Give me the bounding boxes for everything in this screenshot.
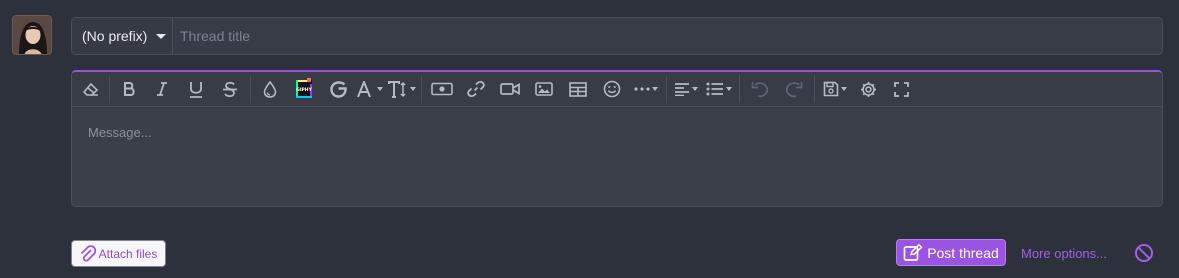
avatar[interactable] [12,15,52,55]
text-height-icon[interactable] [386,74,418,104]
chevron-down-icon [841,87,847,91]
edit-icon [903,243,923,261]
toolbar-divider [814,75,815,103]
chevron-down-icon [377,87,383,91]
avatar-image [13,16,51,54]
toolbar-divider [250,75,251,103]
align-icon[interactable] [670,74,702,104]
google-icon[interactable] [322,74,354,104]
toolbar-divider [421,75,422,103]
list-icon[interactable] [702,74,736,104]
smile-icon[interactable] [595,74,629,104]
message-body[interactable]: Message... [72,107,1162,206]
redo-icon[interactable] [777,74,811,104]
chevron-down-icon [410,87,416,91]
chevron-down-icon [652,87,658,91]
money-icon[interactable] [425,74,459,104]
underline-icon[interactable] [179,74,213,104]
editor-toolbar: GIPHY [72,72,1162,107]
attach-files-button[interactable]: Attach files [71,240,166,267]
message-editor: GIPHY Message... [71,70,1163,207]
strikethrough-icon[interactable] [213,74,247,104]
bold-icon[interactable] [113,74,145,104]
undo-icon[interactable] [743,74,777,104]
chevron-down-icon [692,87,698,91]
thread-title-input[interactable] [173,18,1162,54]
more-icon[interactable] [629,74,663,104]
cancel-icon[interactable] [1134,243,1154,263]
post-thread-label: Post thread [927,244,999,261]
italic-icon[interactable] [145,74,179,104]
prefix-label: (No prefix) [82,28,148,44]
chevron-down-icon [726,87,732,91]
more-options-link[interactable]: More options... [1021,246,1107,261]
eraser-icon[interactable] [76,74,106,104]
save-drafts-icon[interactable] [818,74,852,104]
attach-files-label: Attach files [98,246,158,261]
video-icon[interactable] [493,74,527,104]
toolbar-divider [666,75,667,103]
chevron-down-icon [156,33,167,39]
gear-icon[interactable] [852,74,884,104]
post-thread-button[interactable]: Post thread [896,239,1006,266]
message-placeholder: Message... [88,125,152,140]
giphy-text: GIPHY [296,87,312,93]
color-drop-icon[interactable] [254,74,286,104]
prefix-dropdown[interactable]: (No prefix) [72,18,173,54]
image-icon[interactable] [527,74,561,104]
font-size-icon[interactable] [354,74,386,104]
fullscreen-icon[interactable] [884,74,918,104]
giphy-icon[interactable]: GIPHY [286,74,322,104]
paperclip-icon [80,244,96,262]
toolbar-divider [739,75,740,103]
table-icon[interactable] [561,74,595,104]
thread-title-row: (No prefix) [71,17,1163,55]
link-icon[interactable] [459,74,493,104]
toolbar-divider [109,75,110,103]
